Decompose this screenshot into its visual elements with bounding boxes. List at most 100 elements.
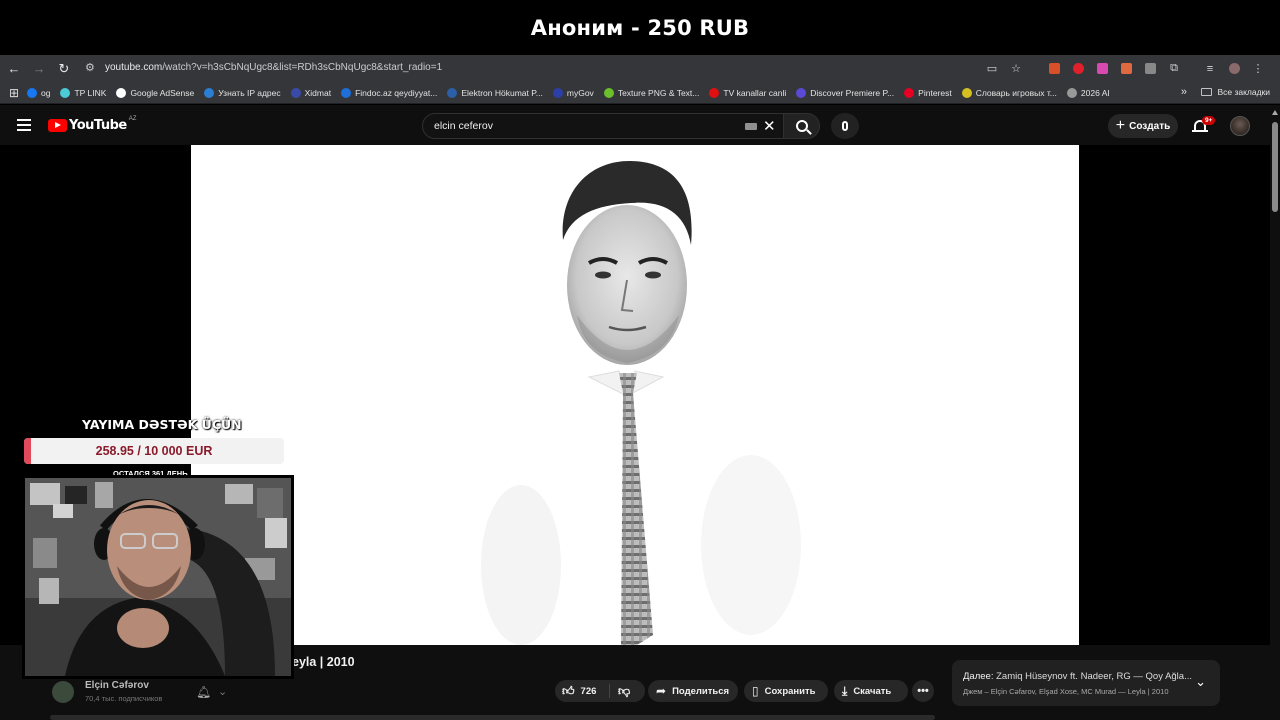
share-icon: ➦ <box>656 684 667 698</box>
download-icon: ⤓ <box>842 683 848 698</box>
bookmark-label: Texture PNG & Text... <box>617 87 700 98</box>
bookmark-item[interactable]: Xidmat <box>290 87 332 98</box>
search-button[interactable] <box>784 113 820 139</box>
menu-icon[interactable] <box>17 119 31 131</box>
bookmark-item[interactable]: og <box>27 87 50 98</box>
up-next-title: Zamiq Hüseynov ft. Nadeer, RG — Qoy Ağla… <box>996 671 1192 682</box>
youtube-play-icon <box>48 119 67 132</box>
bookmark-favicon-icon <box>447 87 458 98</box>
browser-menu-icon[interactable]: ⋮ <box>1246 58 1270 79</box>
bookmark-favicon-icon <box>709 87 720 98</box>
url-text[interactable]: youtube.com/watch?v=h3sCbNqUgc8&list=RDh… <box>105 62 442 73</box>
chevron-down-icon[interactable]: ⌄ <box>218 685 227 698</box>
chevron-down-icon[interactable]: ⌄ <box>1195 674 1206 690</box>
bookmark-item[interactable]: TP LINK <box>60 87 107 98</box>
search-icon <box>795 120 808 132</box>
bookmark-item[interactable]: Узнать IP адрес <box>204 87 281 98</box>
bookmark-favicon-icon <box>904 87 915 98</box>
bookmark-item[interactable]: Словарь игровых т... <box>961 87 1057 98</box>
more-actions-button[interactable]: ••• <box>912 680 934 702</box>
extension-icon[interactable] <box>1114 58 1138 79</box>
donation-alert-banner: Аноним - 250 RUB <box>0 0 1280 55</box>
forward-icon[interactable]: → <box>28 58 50 80</box>
channel-name[interactable]: Elçin Cəfərov <box>85 680 149 691</box>
save-button[interactable]: ▯ Сохранить <box>744 680 828 702</box>
plus-icon: + <box>1115 117 1126 134</box>
bookmark-item[interactable]: Elektron Hökumat P... <box>447 87 543 98</box>
extensions-puzzle-icon[interactable]: ⧉ <box>1162 58 1186 79</box>
keyboard-icon[interactable] <box>745 123 757 130</box>
bookmarks-overflow-icon[interactable]: » <box>1181 86 1187 98</box>
bookmark-label: Узнать IP адрес <box>218 87 281 98</box>
video-frame[interactable] <box>191 145 1079 645</box>
bookmark-item[interactable]: TV kanallar canli <box>709 87 787 98</box>
bookmark-favicon-icon <box>796 87 807 98</box>
thumbs-down-icon: 👎︎ <box>618 683 631 698</box>
search-input[interactable]: elcin ceferov ✕ <box>422 113 784 139</box>
bookmark-label: Elektron Hökumat P... <box>461 87 543 98</box>
bookmark-label: TP LINK <box>74 87 107 98</box>
subscription-bell-icon[interactable]: 🔔︎ <box>196 685 211 699</box>
all-bookmarks-button[interactable]: Все закладки <box>1201 87 1270 97</box>
bookmark-favicon-icon <box>204 87 215 98</box>
donation-goal-amount: 258.95 / 10 000 EUR <box>95 444 213 458</box>
extension-icon[interactable] <box>1042 58 1066 79</box>
microphone-icon <box>842 121 848 131</box>
bookmarks-bar: ⊞ og TP LINK Google AdSense Узнать IP адрес… <box>0 82 1280 104</box>
extension-icon[interactable] <box>1090 58 1114 79</box>
scroll-thumb[interactable] <box>1272 122 1278 212</box>
channel-avatar[interactable] <box>52 681 74 703</box>
bookmark-favicon-icon <box>341 87 352 98</box>
scroll-up-icon[interactable] <box>1272 110 1278 115</box>
page-scrollbar[interactable] <box>1270 105 1280 720</box>
media-controls-icon[interactable]: ≡ <box>1198 58 1222 79</box>
donation-goal-title: YAYIMA DƏSTƏK ÜÇÜN <box>82 417 242 432</box>
clear-search-icon[interactable]: ✕ <box>763 117 776 135</box>
account-avatar[interactable] <box>1230 116 1250 136</box>
subscriber-count: 70,4 тыс. подписчиков <box>85 694 163 703</box>
bookmark-favicon-icon <box>27 87 37 98</box>
download-button[interactable]: ⤓ Скачать <box>834 680 908 702</box>
video-title: eyla | 2010 <box>292 655 355 669</box>
like-button[interactable]: 👍︎ 726 <box>555 684 610 698</box>
extension-icon[interactable] <box>1066 58 1090 79</box>
bookmark-star-icon[interactable]: ☆ <box>1004 58 1028 79</box>
up-next-card[interactable]: Далее: Zamiq Hüseynov ft. Nadeer, RG — Q… <box>952 660 1220 706</box>
notification-badge: 9+ <box>1202 116 1216 125</box>
like-dislike-group: 👍︎ 726 👎︎ <box>555 680 645 702</box>
bookmark-item[interactable]: Findoc.az qeydiyyat... <box>341 87 437 98</box>
share-button[interactable]: ➦ Поделиться <box>648 680 738 702</box>
bookmark-favicon-icon <box>116 87 127 98</box>
install-app-icon[interactable]: ▭ <box>980 58 1004 79</box>
bookmark-item[interactable]: myGov <box>552 87 594 98</box>
bookmark-item[interactable]: 2026 AI <box>1066 87 1110 98</box>
bookmark-item[interactable]: Discover Premiere P... <box>796 87 894 98</box>
extension-icon[interactable] <box>1138 58 1162 79</box>
bookmark-item[interactable]: Google AdSense <box>116 87 194 98</box>
youtube-header: YouTube AZ elcin ceferov ✕ + Создать 9+ <box>0 105 1270 145</box>
address-bar[interactable]: ⚙ youtube.com/watch?v=h3sCbNqUgc8&list=R… <box>80 58 1270 79</box>
thumbs-up-icon: 👍︎ <box>562 683 575 698</box>
bookmark-icon: ▯ <box>752 684 759 698</box>
donation-alert-text: Аноним - 250 RUB <box>530 15 750 40</box>
bookmark-favicon-icon <box>60 87 71 98</box>
streamer-webcam <box>22 475 294 679</box>
reload-icon[interactable]: ↻ <box>53 58 75 80</box>
bookmark-label: Xidmat <box>304 87 332 98</box>
bookmark-label: TV kanallar canli <box>723 87 787 98</box>
browser-toolbar: ← → ↻ ⚙ youtube.com/watch?v=h3sCbNqUgc8&… <box>0 55 1280 82</box>
site-info-icon[interactable]: ⚙ <box>85 61 99 75</box>
voice-search-button[interactable] <box>831 113 859 139</box>
apps-grid-icon[interactable]: ⊞ <box>7 86 21 100</box>
bookmark-item[interactable]: Pinterest <box>904 87 952 98</box>
profile-icon[interactable] <box>1222 58 1246 79</box>
create-button[interactable]: + Создать <box>1108 114 1178 138</box>
bookmark-favicon-icon <box>290 87 301 98</box>
back-icon[interactable]: ← <box>3 58 25 80</box>
video-still-image <box>191 145 1079 645</box>
bookmark-label: Pinterest <box>918 87 952 98</box>
webcam-image <box>25 478 291 676</box>
youtube-logo[interactable]: YouTube AZ <box>48 116 136 133</box>
dislike-button[interactable]: 👎︎ <box>610 684 630 699</box>
bookmark-item[interactable]: Texture PNG & Text... <box>603 87 700 98</box>
